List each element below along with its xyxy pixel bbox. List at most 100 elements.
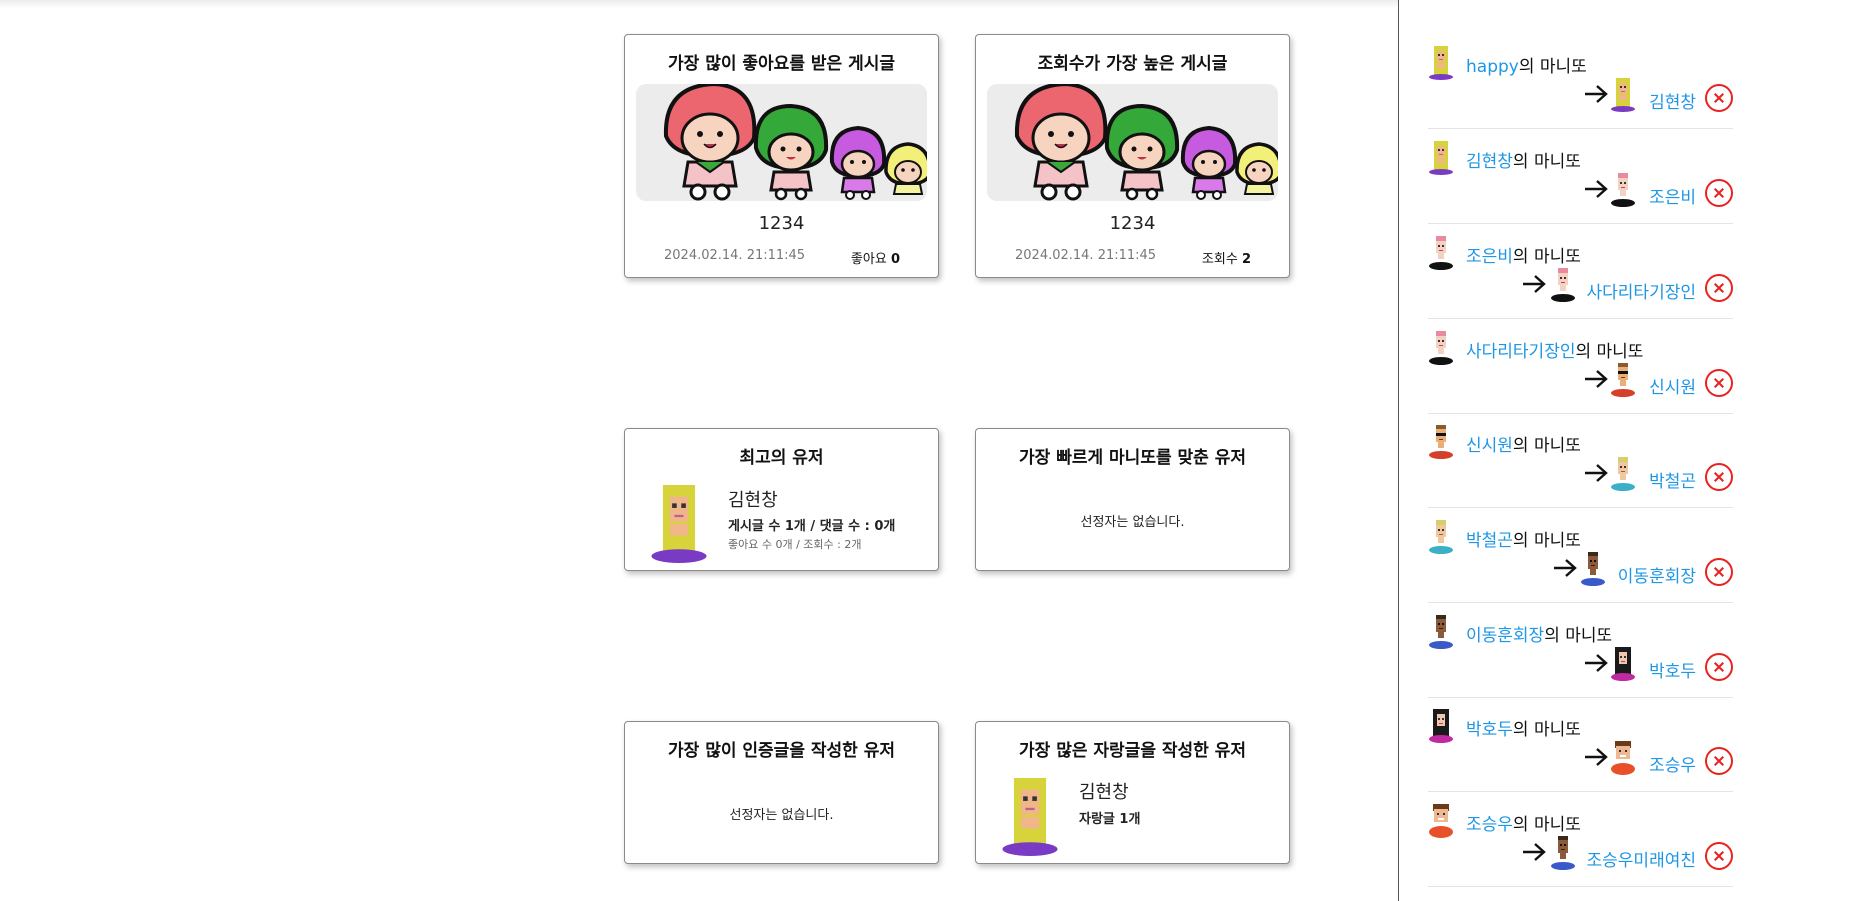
most-viewed-post-card[interactable]: 조회수가 가장 높은 게시글 1234 2024.02.14. 21:11:45…: [975, 34, 1290, 278]
manitto-list-item: 이동훈회장의 마니또 박호두: [1428, 603, 1733, 698]
arrow-right-icon: [1583, 84, 1608, 104]
close-circle-icon[interactable]: [1705, 463, 1733, 491]
receiver-name-link[interactable]: 조은비: [1649, 183, 1696, 208]
manitto-list-item: happy의 마니또 김현창: [1428, 34, 1733, 129]
giver-name-link[interactable]: 이동훈회장: [1466, 626, 1544, 646]
giver-name-link[interactable]: 사다리타기장인: [1466, 342, 1575, 362]
like-count: 좋아요 0: [851, 248, 900, 267]
giver-avatar: [1429, 331, 1453, 365]
like-count-label: 좋아요: [850, 252, 887, 267]
giver-avatar: [1429, 709, 1453, 743]
receiver-avatar: [1551, 268, 1575, 302]
arrow-right-icon: [1583, 369, 1608, 389]
receiver-name-link[interactable]: 박호두: [1649, 657, 1696, 682]
arrow-right-icon: [1583, 463, 1608, 483]
giver-avatar: [1429, 46, 1453, 80]
strawberry-characters-image: [1014, 84, 1278, 201]
arrow-right-icon: [1583, 747, 1608, 767]
receiver-name-link[interactable]: 신시원: [1649, 373, 1696, 398]
receiver-name-link[interactable]: 이동훈회장: [1618, 562, 1696, 587]
giver-name-link[interactable]: 박철곤: [1466, 531, 1513, 551]
empty-message: 선정자는 없습니다.: [1080, 515, 1185, 530]
manitto-giver-text: 조은비의 마니또: [1466, 242, 1581, 267]
best-user-card[interactable]: 최고의 유저 김현창 게시글 수 1개 / 댓글 수 : 0개 좋아요 수 0개…: [624, 428, 939, 571]
user-like-view-count: 좋아요 수 0개 / 조회수 : 2개: [728, 538, 862, 551]
receiver-name-link[interactable]: 사다리타기장인: [1587, 278, 1696, 303]
arrow-right-icon: [1521, 842, 1546, 862]
post-thumbnail[interactable]: [636, 84, 927, 201]
manitto-list-item: 조은비의 마니또 사다리타기장인: [1428, 224, 1733, 319]
user-name[interactable]: 김현창: [1079, 778, 1129, 804]
most-boast-card[interactable]: 가장 많은 자랑글을 작성한 유저 김현창 자랑글 1개: [975, 721, 1290, 864]
giver-avatar: [1429, 615, 1453, 649]
user-boast-count: 자랑글 1개: [1079, 812, 1141, 827]
most-certification-card[interactable]: 가장 많이 인증글을 작성한 유저 선정자는 없습니다.: [624, 721, 939, 864]
manitto-giver-text: 박철곤의 마니또: [1466, 526, 1581, 551]
close-circle-icon[interactable]: [1705, 84, 1733, 112]
receiver-name-link[interactable]: 박철곤: [1649, 467, 1696, 492]
card-title: 가장 많이 좋아요를 받은 게시글: [668, 54, 895, 74]
giver-name-link[interactable]: 김현창: [1466, 152, 1513, 172]
fastest-guess-card[interactable]: 가장 빠르게 마니또를 맞춘 유저 선정자는 없습니다.: [975, 428, 1290, 571]
receiver-avatar: [1611, 647, 1635, 681]
manitto-list-item: 신시원의 마니또 박철곤: [1428, 413, 1733, 508]
giver-avatar: [1429, 425, 1453, 459]
card-title: 가장 빠르게 마니또를 맞춘 유저: [1019, 448, 1246, 468]
close-circle-icon[interactable]: [1705, 842, 1733, 870]
close-circle-icon[interactable]: [1705, 653, 1733, 681]
user-avatar: [651, 485, 707, 563]
giver-name-link[interactable]: 신시원: [1466, 436, 1513, 456]
receiver-name-link[interactable]: 김현창: [1649, 88, 1696, 113]
user-name[interactable]: 김현창: [728, 486, 778, 512]
manitto-list-item: 박철곤의 마니또 이동훈회장: [1428, 508, 1733, 603]
close-circle-icon[interactable]: [1705, 179, 1733, 207]
arrow-right-icon: [1552, 558, 1577, 578]
giver-name-link[interactable]: 조은비: [1466, 247, 1513, 267]
receiver-avatar: [1611, 457, 1635, 491]
giver-name-link[interactable]: 박호두: [1466, 720, 1513, 740]
giver-name-link[interactable]: 조승우: [1466, 815, 1513, 835]
receiver-avatar: [1611, 173, 1635, 207]
receiver-name-link[interactable]: 조승우: [1649, 751, 1696, 776]
receiver-avatar: [1551, 836, 1575, 870]
post-date: 2024.02.14. 21:11:45: [664, 248, 806, 263]
manitto-giver-text: happy의 마니또: [1466, 52, 1587, 77]
receiver-avatar: [1581, 552, 1605, 586]
giver-avatar: [1429, 236, 1453, 270]
receiver-avatar: [1611, 741, 1635, 775]
top-shadow: [0, 0, 1398, 8]
manitto-list-item: 박호두의 마니또 조승우: [1428, 697, 1733, 792]
receiver-avatar: [1611, 363, 1635, 397]
manitto-suffix: 의 마니또: [1518, 57, 1587, 77]
user-avatar: [1002, 778, 1058, 856]
most-liked-post-card[interactable]: 가장 많이 좋아요를 받은 게시글 1234 2024.02.14. 21:11…: [624, 34, 939, 278]
manitto-giver-text: 이동훈회장의 마니또: [1466, 621, 1612, 646]
view-count-value: 2: [1241, 252, 1251, 267]
manitto-suffix: 의 마니또: [1575, 342, 1644, 362]
manitto-giver-text: 박호두의 마니또: [1466, 715, 1581, 740]
user-post-comment-count: 게시글 수 1개 / 댓글 수 : 0개: [728, 519, 896, 534]
manitto-giver-text: 사다리타기장인의 마니또: [1466, 337, 1643, 362]
card-title: 최고의 유저: [739, 448, 824, 468]
post-title: 1234: [1109, 213, 1156, 234]
manitto-giver-text: 김현창의 마니또: [1466, 147, 1581, 172]
manitto-suffix: 의 마니또: [1512, 436, 1581, 456]
giver-name-link[interactable]: happy: [1466, 57, 1519, 77]
manitto-sidebar[interactable]: happy의 마니또 김현창 김현창의 마니또 조은비 조은비의 마니또 사다리…: [1398, 0, 1867, 901]
close-circle-icon[interactable]: [1705, 274, 1733, 302]
receiver-name-link[interactable]: 조승우미래여친: [1587, 846, 1696, 871]
view-count-label: 조회수: [1201, 252, 1238, 267]
post-date: 2024.02.14. 21:11:45: [1015, 248, 1157, 263]
manitto-giver-text: 신시원의 마니또: [1466, 431, 1581, 456]
card-title: 가장 많은 자랑글을 작성한 유저: [1019, 741, 1246, 761]
close-circle-icon[interactable]: [1705, 747, 1733, 775]
like-count-value: 0: [890, 252, 900, 267]
manitto-suffix: 의 마니또: [1512, 815, 1581, 835]
close-circle-icon[interactable]: [1705, 558, 1733, 586]
manitto-suffix: 의 마니또: [1512, 247, 1581, 267]
post-thumbnail[interactable]: [987, 84, 1278, 201]
manitto-list-item: 김현창의 마니또 조은비: [1428, 129, 1733, 224]
strawberry-characters-image: [663, 84, 927, 201]
close-circle-icon[interactable]: [1705, 369, 1733, 397]
manitto-suffix: 의 마니또: [1544, 626, 1613, 646]
